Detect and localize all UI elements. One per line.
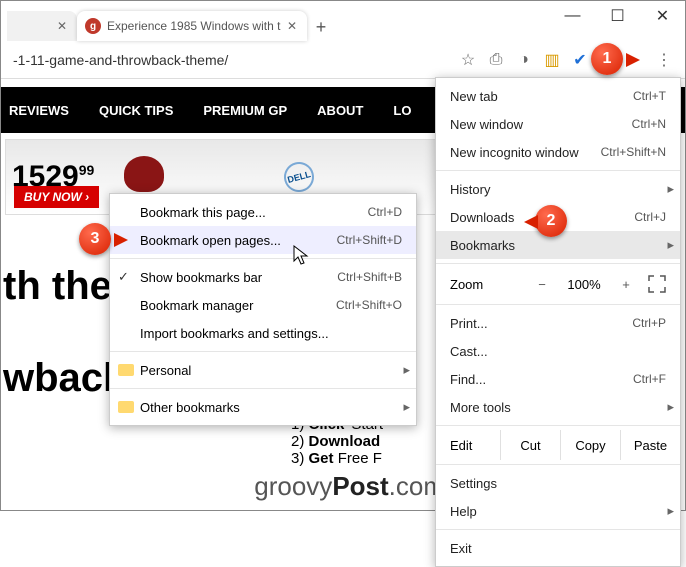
submenu-folder-other[interactable]: Other bookmarks▸ <box>110 393 416 421</box>
check-icon: ✓ <box>118 269 129 285</box>
favicon-icon: g <box>85 18 101 34</box>
submenu-show-bookmarks-bar[interactable]: ✓Show bookmarks barCtrl+Shift+B <box>110 263 416 291</box>
ad-image <box>124 156 164 192</box>
address-bar: -1-11-game-and-throwback-theme/ ☆ ⎙ ◑ ▥ … <box>1 41 685 79</box>
menu-separator <box>436 304 680 305</box>
paste-button[interactable]: Paste <box>620 430 680 460</box>
buy-now-button[interactable]: BUY NOW › <box>14 186 99 208</box>
tab-active[interactable]: g Experience 1985 Windows with t ✕ <box>77 11 307 41</box>
submenu-bookmark-this-page[interactable]: Bookmark this page...Ctrl+D <box>110 198 416 226</box>
title-bar: ✕ g Experience 1985 Windows with t ✕ + —… <box>1 1 685 41</box>
nav-link[interactable]: PREMIUM GP <box>203 103 287 118</box>
menu-print[interactable]: Print...Ctrl+P <box>436 309 680 337</box>
edit-label: Edit <box>450 438 500 453</box>
chevron-right-icon: ▸ <box>403 399 410 415</box>
menu-more-tools[interactable]: More tools▸ <box>436 393 680 421</box>
submenu-import-bookmarks[interactable]: Import bookmarks and settings... <box>110 319 416 347</box>
callout-2: 2 <box>535 205 573 243</box>
bookmarks-submenu: Bookmark this page...Ctrl+D Bookmark ope… <box>109 193 417 426</box>
step-line: 2) Download <box>291 433 384 450</box>
folder-icon <box>118 401 134 413</box>
cursor-icon <box>293 245 311 267</box>
nav-link[interactable]: LO <box>393 103 411 118</box>
minimize-button[interactable]: — <box>550 1 595 31</box>
menu-separator <box>110 351 416 352</box>
menu-zoom: Zoom − 100% + <box>436 268 680 300</box>
folder-icon <box>118 364 134 376</box>
new-tab-button[interactable]: + <box>307 13 335 41</box>
menu-separator <box>436 529 680 530</box>
submenu-bookmark-manager[interactable]: Bookmark managerCtrl+Shift+O <box>110 291 416 319</box>
chevron-right-icon: ▸ <box>667 181 674 197</box>
copy-button[interactable]: Copy <box>560 430 620 460</box>
callout-3: 3 <box>79 223 117 261</box>
nav-link[interactable]: QUICK TIPS <box>99 103 173 118</box>
chevron-right-icon: ▸ <box>667 503 674 519</box>
chevron-right-icon: ▸ <box>667 237 674 253</box>
menu-history[interactable]: History▸ <box>436 175 680 203</box>
tab-inactive[interactable]: ✕ <box>7 11 77 41</box>
menu-find[interactable]: Find...Ctrl+F <box>436 365 680 393</box>
tab-title: Experience 1985 Windows with t <box>107 19 285 33</box>
zoom-value: 100% <box>564 277 604 292</box>
extension-icon[interactable]: ▥ <box>539 47 565 73</box>
menu-help[interactable]: Help▸ <box>436 497 680 525</box>
star-icon[interactable]: ☆ <box>455 47 481 73</box>
close-button[interactable]: ✕ <box>640 1 685 31</box>
zoom-label: Zoom <box>450 277 520 292</box>
menu-separator <box>436 425 680 426</box>
menu-exit[interactable]: Exit <box>436 534 680 562</box>
url-text[interactable]: -1-11-game-and-throwback-theme/ <box>9 52 455 68</box>
toolbar-icons: ☆ ⎙ ◑ ▥ ✔ ⎘ ⋮ <box>455 47 677 73</box>
chevron-right-icon: ▸ <box>667 399 674 415</box>
fullscreen-icon[interactable] <box>648 275 666 293</box>
nav-link[interactable]: REVIEWS <box>9 103 69 118</box>
chrome-menu: New tabCtrl+T New windowCtrl+N New incog… <box>435 77 681 567</box>
callout-1: 1 <box>591 43 629 81</box>
tab-strip: ✕ g Experience 1985 Windows with t ✕ + <box>1 1 550 41</box>
extension-icon[interactable]: ✔ <box>567 47 593 73</box>
site-logo: groovyPost.com <box>254 471 445 502</box>
chevron-right-icon: ▸ <box>403 362 410 378</box>
menu-separator <box>110 388 416 389</box>
extension-icon[interactable]: ◑ <box>511 47 537 73</box>
menu-new-tab[interactable]: New tabCtrl+T <box>436 82 680 110</box>
menu-separator <box>436 464 680 465</box>
menu-separator <box>436 170 680 171</box>
submenu-folder-personal[interactable]: Personal▸ <box>110 356 416 384</box>
close-icon[interactable]: ✕ <box>55 19 69 33</box>
menu-separator <box>436 263 680 264</box>
menu-incognito[interactable]: New incognito windowCtrl+Shift+N <box>436 138 680 166</box>
zoom-out-button[interactable]: − <box>530 277 554 292</box>
submenu-bookmark-open-pages[interactable]: Bookmark open pages...Ctrl+Shift+D <box>110 226 416 254</box>
menu-settings[interactable]: Settings <box>436 469 680 497</box>
menu-edit-row: Edit Cut Copy Paste <box>436 430 680 460</box>
menu-button[interactable]: ⋮ <box>651 47 677 73</box>
close-icon[interactable]: ✕ <box>285 19 299 33</box>
menu-cast[interactable]: Cast... <box>436 337 680 365</box>
step-line: 3) Get Free F <box>291 450 384 467</box>
menu-new-window[interactable]: New windowCtrl+N <box>436 110 680 138</box>
cut-button[interactable]: Cut <box>500 430 560 460</box>
zoom-in-button[interactable]: + <box>614 277 638 292</box>
maximize-button[interactable]: ☐ <box>595 1 640 31</box>
dell-logo-icon: DELL <box>281 159 318 196</box>
nav-link[interactable]: ABOUT <box>317 103 363 118</box>
extension-icon[interactable]: ⎙ <box>483 47 509 73</box>
window-controls: — ☐ ✕ <box>550 1 685 31</box>
menu-separator <box>110 258 416 259</box>
